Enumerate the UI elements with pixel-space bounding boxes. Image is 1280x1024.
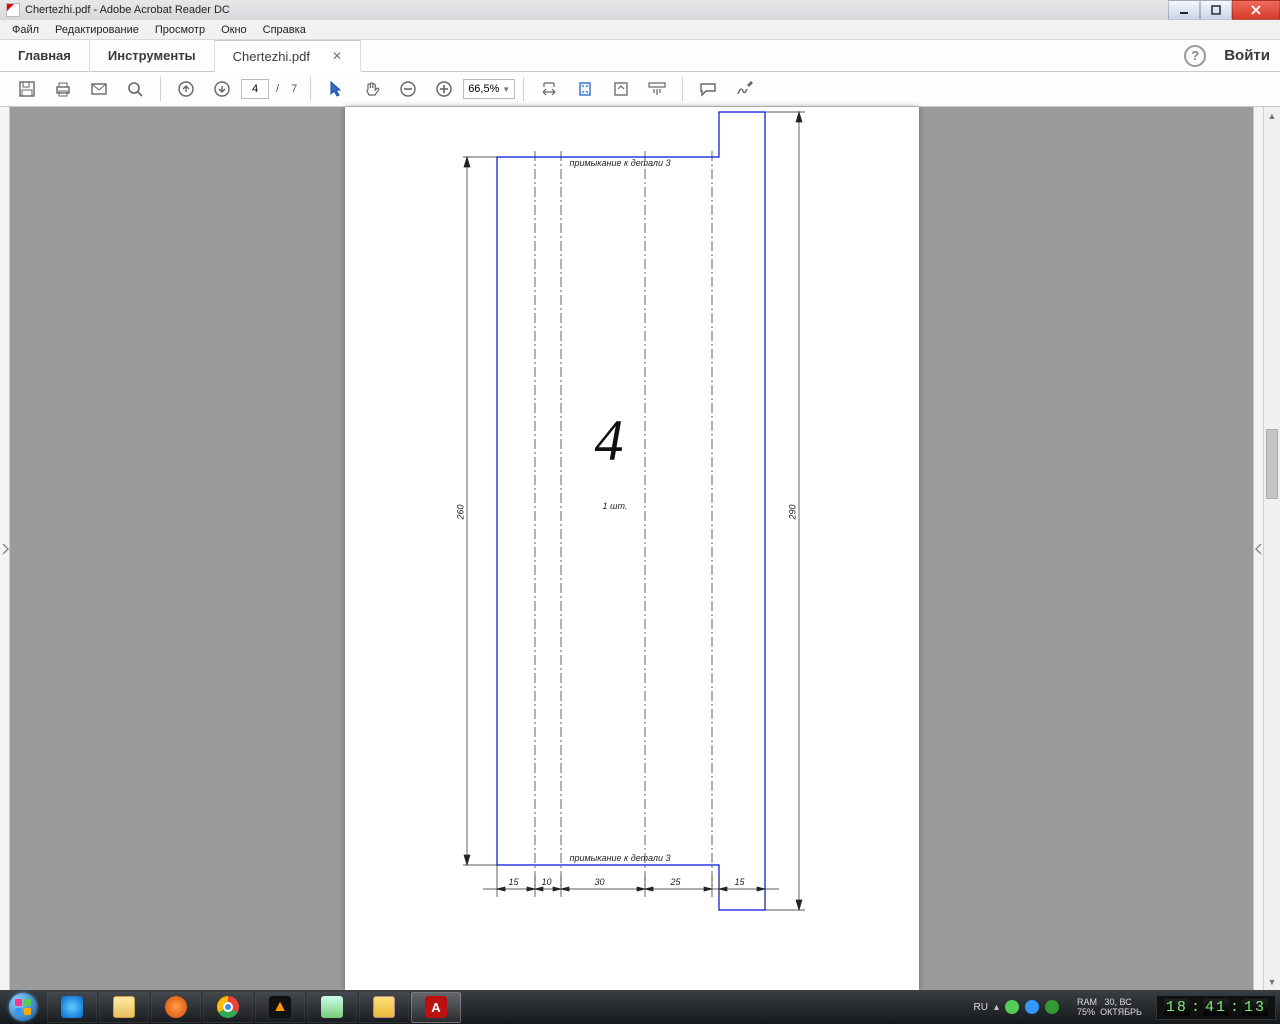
date-label: 30, ВС	[1105, 997, 1132, 1007]
menu-view[interactable]: Просмотр	[147, 22, 213, 38]
drawing-dim-left: 260	[455, 504, 465, 519]
drawing-dim-right: 290	[787, 504, 797, 519]
app-icon	[6, 3, 20, 17]
zoom-out-icon[interactable]	[391, 74, 425, 104]
drawing-note-top: примыкание к детали 3	[570, 158, 671, 168]
maximize-button[interactable]	[1200, 0, 1232, 20]
page-number-input[interactable]	[241, 79, 269, 99]
left-panel-toggle[interactable]	[0, 107, 10, 990]
tab-home-label: Главная	[18, 48, 71, 63]
zoom-in-icon[interactable]	[427, 74, 461, 104]
tray-icon-1[interactable]	[1005, 1000, 1019, 1014]
menu-window[interactable]: Окно	[213, 22, 255, 38]
ram-value: 75%	[1077, 1007, 1095, 1017]
drawing-note-bottom: примыкание к детали 3	[570, 853, 671, 863]
selection-tool-icon[interactable]	[319, 74, 353, 104]
drawing-dim-b1: 15	[509, 877, 519, 887]
menu-help[interactable]: Справка	[255, 22, 314, 38]
document-viewport: примыкание к детали 3 примыкание к детал…	[0, 107, 1280, 990]
scrollbar-thumb[interactable]	[1266, 429, 1278, 499]
menu-bar: Файл Редактирование Просмотр Окно Справк…	[0, 20, 1280, 40]
tab-bar: Главная Инструменты Chertezhi.pdf ✕ ? Во…	[0, 40, 1280, 72]
tray-expand-icon[interactable]: ▴	[994, 1002, 999, 1013]
page-up-icon[interactable]	[169, 74, 203, 104]
comment-icon[interactable]	[691, 74, 725, 104]
window-titlebar: Chertezhi.pdf - Adobe Acrobat Reader DC	[0, 0, 1280, 20]
login-button[interactable]: Войти	[1224, 47, 1270, 64]
page-down-icon[interactable]	[205, 74, 239, 104]
right-panel-toggle[interactable]	[1253, 107, 1263, 990]
taskbar-app1[interactable]	[307, 992, 357, 1023]
zoom-level-select[interactable]: 66,5%▼	[463, 79, 515, 99]
windows-taskbar: ▲ A RU ▴ RAM 30, ВС 75% ОКТЯБРЬ 18: 41: …	[0, 990, 1280, 1024]
clock-minutes: 41	[1203, 999, 1229, 1016]
digital-clock[interactable]: 18: 41: 13	[1156, 995, 1276, 1020]
taskbar-aimp[interactable]: ▲	[255, 992, 305, 1023]
fullscreen-icon[interactable]	[604, 74, 638, 104]
system-tray[interactable]: RU ▴	[964, 1000, 1069, 1014]
email-icon[interactable]	[82, 74, 116, 104]
window-title: Chertezhi.pdf - Adobe Acrobat Reader DC	[25, 4, 230, 16]
tray-icon-2[interactable]	[1025, 1000, 1039, 1014]
print-icon[interactable]	[46, 74, 80, 104]
drawing-qty: 1 шт.	[603, 501, 628, 511]
scroll-up-icon[interactable]: ▲	[1264, 107, 1280, 124]
page-separator: /	[271, 83, 284, 95]
start-button[interactable]	[0, 990, 46, 1024]
chevron-down-icon: ▼	[502, 85, 510, 94]
vertical-scrollbar[interactable]: ▲ ▼	[1263, 107, 1280, 990]
taskbar-app2[interactable]	[359, 992, 409, 1023]
tray-icon-3[interactable]	[1045, 1000, 1059, 1014]
ram-label: RAM	[1077, 997, 1097, 1007]
hand-tool-icon[interactable]	[355, 74, 389, 104]
taskbar-chrome[interactable]	[203, 992, 253, 1023]
menu-edit[interactable]: Редактирование	[47, 22, 147, 38]
system-info: RAM 30, ВС 75% ОКТЯБРЬ	[1077, 997, 1148, 1017]
read-mode-icon[interactable]	[640, 74, 674, 104]
taskbar-ie[interactable]	[47, 992, 97, 1023]
fit-page-icon[interactable]	[568, 74, 602, 104]
save-icon[interactable]	[10, 74, 44, 104]
clock-hours: 18	[1164, 999, 1190, 1016]
clock-seconds: 13	[1242, 999, 1268, 1016]
taskbar-explorer[interactable]	[99, 992, 149, 1023]
fit-width-icon[interactable]	[532, 74, 566, 104]
search-icon[interactable]	[118, 74, 152, 104]
tray-language[interactable]: RU	[974, 1002, 988, 1013]
tab-tools-label: Инструменты	[108, 48, 196, 63]
drawing-dim-b2: 10	[542, 877, 552, 887]
tab-document-label: Chertezhi.pdf	[233, 49, 310, 64]
tab-home[interactable]: Главная	[0, 40, 90, 72]
scroll-down-icon[interactable]: ▼	[1264, 973, 1280, 990]
help-icon[interactable]: ?	[1184, 45, 1206, 67]
drawing-part-number: 4	[595, 407, 624, 474]
month-label: ОКТЯБРЬ	[1100, 1007, 1142, 1017]
close-button[interactable]	[1232, 0, 1280, 20]
page-total: 7	[286, 83, 302, 95]
pdf-page: примыкание к детали 3 примыкание к детал…	[345, 107, 919, 990]
zoom-value: 66,5%	[468, 83, 499, 95]
toolbar: / 7 66,5%▼	[0, 72, 1280, 107]
sign-icon[interactable]	[727, 74, 761, 104]
minimize-button[interactable]	[1168, 0, 1200, 20]
taskbar-acrobat[interactable]: A	[411, 992, 461, 1023]
tab-document[interactable]: Chertezhi.pdf ✕	[215, 40, 361, 72]
drawing-dim-b5: 15	[735, 877, 745, 887]
tab-tools[interactable]: Инструменты	[90, 40, 215, 72]
menu-file[interactable]: Файл	[4, 22, 47, 38]
drawing-dim-b4: 25	[671, 877, 681, 887]
taskbar-mediaplayer[interactable]	[151, 992, 201, 1023]
drawing-dim-b3: 30	[595, 877, 605, 887]
tab-close-icon[interactable]: ✕	[332, 49, 342, 63]
